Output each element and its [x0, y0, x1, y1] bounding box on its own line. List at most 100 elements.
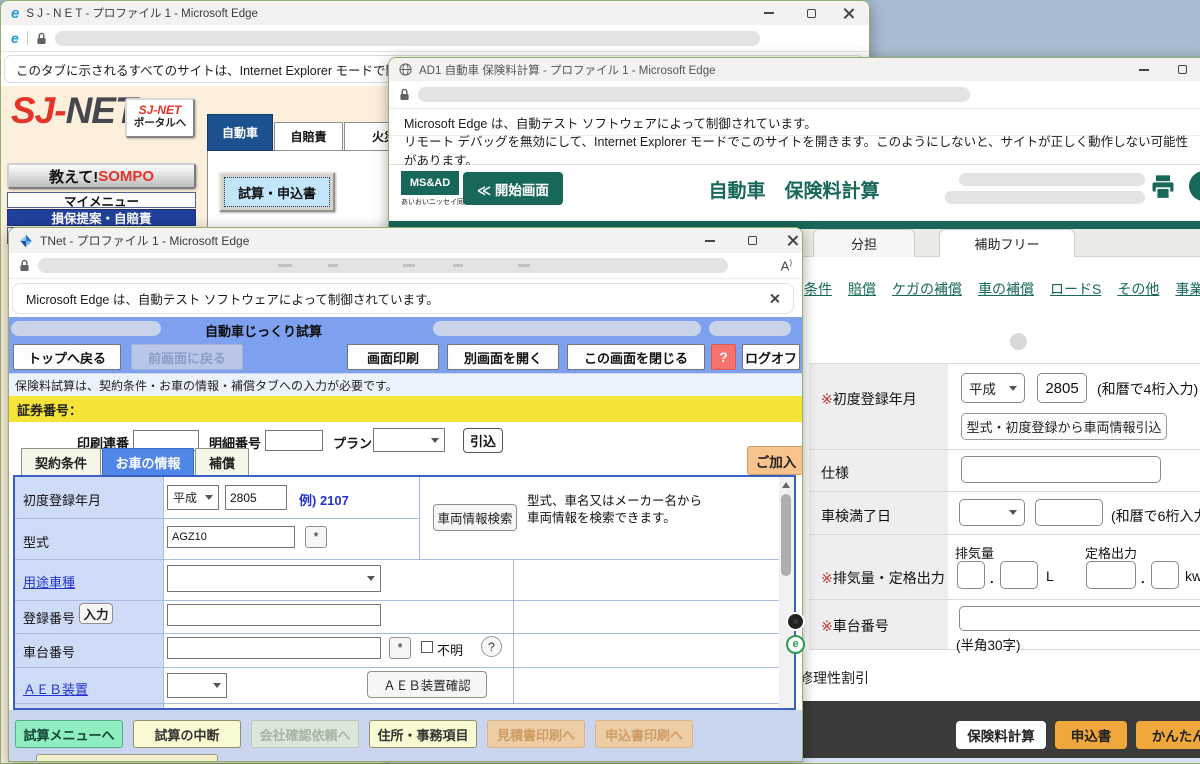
open-new-screen-button[interactable]: 別画面を開く — [447, 344, 559, 370]
logoff-button[interactable]: ログオフ — [742, 344, 800, 370]
reg-number-input[interactable] — [167, 604, 381, 626]
globe-icon — [399, 63, 412, 76]
chassis-number-input[interactable] — [167, 637, 381, 659]
decimal-dot: . — [1141, 571, 1145, 586]
required-marker: ※ — [821, 570, 833, 586]
minimize-button[interactable] — [695, 228, 725, 253]
nav-link-baishou[interactable]: 賠償 — [848, 279, 876, 299]
address-office-button[interactable]: 住所・事務項目 — [369, 720, 477, 748]
nav-link-kuruma[interactable]: 車の補償 — [978, 279, 1034, 299]
close-screen-button[interactable]: この画面を閉じる — [567, 344, 705, 370]
maximize-button[interactable] — [1167, 58, 1197, 81]
reg-number-input-button[interactable]: 入力 — [79, 603, 113, 624]
help-button[interactable]: ? — [711, 344, 736, 370]
close-button[interactable] — [777, 228, 803, 253]
chassis-hint: (半角30字) — [956, 634, 1021, 654]
plan-select[interactable] — [373, 428, 445, 452]
floating-close-badge[interactable] — [786, 612, 805, 631]
floating-ie-badge[interactable]: e — [786, 635, 805, 654]
spec-input[interactable] — [961, 456, 1161, 483]
model-star-button[interactable]: * — [305, 526, 327, 548]
button-label: かんたんモード — [1152, 725, 1200, 745]
minimize-button[interactable] — [754, 1, 784, 25]
model-input[interactable] — [167, 526, 295, 548]
aeb-select[interactable] — [167, 673, 227, 698]
inspection-era-select[interactable] — [959, 499, 1025, 526]
msad-logo: MS&AD あいおいニッセイ同和損保 — [401, 171, 459, 207]
chassis-input[interactable] — [959, 606, 1200, 631]
ad1-address-bar[interactable] — [389, 81, 1200, 109]
quote-menu-button[interactable]: 試算メニューへ — [15, 720, 123, 748]
displacement-frac-input[interactable] — [1000, 561, 1038, 589]
nav-link-sonota[interactable]: その他 — [1117, 279, 1159, 299]
rated-output-int-input[interactable] — [1086, 561, 1136, 589]
tab-hoshou[interactable]: 補償 — [195, 448, 249, 475]
nav-link-kega[interactable]: ケガの補償 — [892, 279, 962, 299]
vehicle-search-button[interactable]: 車両情報検索 — [433, 504, 517, 531]
print-icon[interactable] — [1149, 173, 1177, 201]
unknown-checkbox[interactable] — [421, 641, 433, 653]
tab-bundan[interactable]: 分担 — [813, 229, 915, 257]
usage-type-link[interactable]: 用途車種 — [23, 572, 75, 591]
scroll-thumb[interactable] — [781, 494, 791, 576]
read-aloud-icon[interactable]: A) — [781, 258, 792, 273]
close-button[interactable] — [833, 1, 863, 25]
sidebar-item-mymenu[interactable]: マイメニュー — [7, 192, 196, 208]
redacted-url-pill — [55, 31, 760, 46]
first-reg-year-input[interactable]: 2805 — [1037, 373, 1087, 403]
sjnet-window-title: S J - N E T - プロファイル 1 - Microsoft Edge — [26, 5, 258, 21]
suspend-quote-button[interactable]: 試算の中断 — [133, 720, 241, 748]
sjnet-address-bar[interactable]: e — [1, 25, 869, 52]
banner-close-icon[interactable] — [769, 293, 780, 304]
oshiete-sompo-button[interactable]: 教えて! SOMPO — [7, 163, 196, 189]
back-prev-button[interactable]: 前画面に戻る — [131, 344, 243, 370]
tab-hojo-free[interactable]: 補助フリー — [939, 229, 1075, 257]
start-screen-button[interactable]: ≪ 開始画面 — [463, 172, 563, 205]
tab-jidousha[interactable]: 自動車 — [207, 114, 273, 151]
displacement-sublabel: 排気量 — [955, 543, 994, 562]
nav-link-jouken[interactable]: 条件 — [804, 279, 832, 299]
sjnet-titlebar[interactable]: e S J - N E T - プロファイル 1 - Microsoft Edg… — [1, 1, 869, 25]
tab-jibaiseki[interactable]: 自賠責 — [274, 122, 343, 151]
repairability-section-label: 修理性割引 — [799, 668, 869, 688]
pull-vehicle-info-button[interactable]: 型式・初度登録から車両情報引込 — [961, 413, 1167, 440]
print-screen-button[interactable]: 画面印刷 — [347, 344, 439, 370]
detail-no-input[interactable] — [265, 430, 323, 451]
minimize-button[interactable] — [1129, 58, 1159, 81]
application-button[interactable]: 申込書 — [1055, 721, 1127, 749]
maximize-button[interactable] — [737, 228, 767, 253]
back-to-top-button[interactable]: トップへ戻る — [13, 344, 121, 370]
era-select[interactable]: 平成 — [961, 373, 1025, 403]
loading-dot — [1010, 333, 1027, 350]
pull-button[interactable]: 引込 — [463, 428, 503, 453]
tnet-titlebar[interactable]: TNet - プロファイル 1 - Microsoft Edge — [9, 228, 802, 253]
nav-link-jigyou[interactable]: 事業・他 — [1175, 279, 1200, 299]
easy-mode-button[interactable]: かんたんモード — [1136, 721, 1200, 749]
tab-keiyaku-jouken[interactable]: 契約条件 — [21, 448, 101, 475]
tab-okuruma-jouhou[interactable]: お車の情報 — [102, 448, 194, 475]
account-icon[interactable] — [1189, 171, 1200, 201]
maximize-button[interactable] — [796, 1, 826, 25]
first-reg-year-input[interactable] — [225, 485, 287, 510]
chassis-star-button[interactable]: * — [389, 637, 411, 659]
scroll-up-arrow[interactable] — [782, 482, 790, 488]
era-select[interactable]: 平成 — [167, 485, 219, 510]
join-button[interactable]: ご加入 — [747, 446, 803, 475]
displacement-int-input[interactable] — [957, 561, 985, 589]
rated-output-frac-input[interactable] — [1151, 561, 1179, 589]
inspection-label: 車検満了日 — [821, 506, 891, 526]
usage-type-select[interactable] — [167, 565, 381, 592]
tnet-address-bar[interactable]: A) — [9, 253, 802, 279]
ad1-titlebar[interactable]: AD1 自動車 保険料計算 - プロファイル 1 - Microsoft Edg… — [389, 58, 1200, 81]
form-scrollbar[interactable] — [779, 477, 794, 708]
spec-label: 仕様 — [821, 463, 849, 483]
aeb-confirm-button[interactable]: ＡＥＢ装置確認 — [367, 671, 487, 698]
quote-application-button[interactable]: 試算・申込書 — [219, 172, 335, 212]
chassis-help-button[interactable]: ? — [481, 636, 502, 657]
portal-button[interactable]: SJ-NET ポータルへ — [125, 98, 195, 138]
nav-link-road-s[interactable]: ロードS — [1050, 279, 1101, 299]
aeb-device-link[interactable]: ＡＥＢ装置 — [23, 679, 88, 698]
inspection-date-input[interactable] — [1035, 499, 1103, 526]
sidebar-item-sonpo-teian[interactable]: 損保提案・自賠責 — [7, 209, 196, 226]
premium-calc-button[interactable]: 保険料計算 — [956, 721, 1046, 749]
